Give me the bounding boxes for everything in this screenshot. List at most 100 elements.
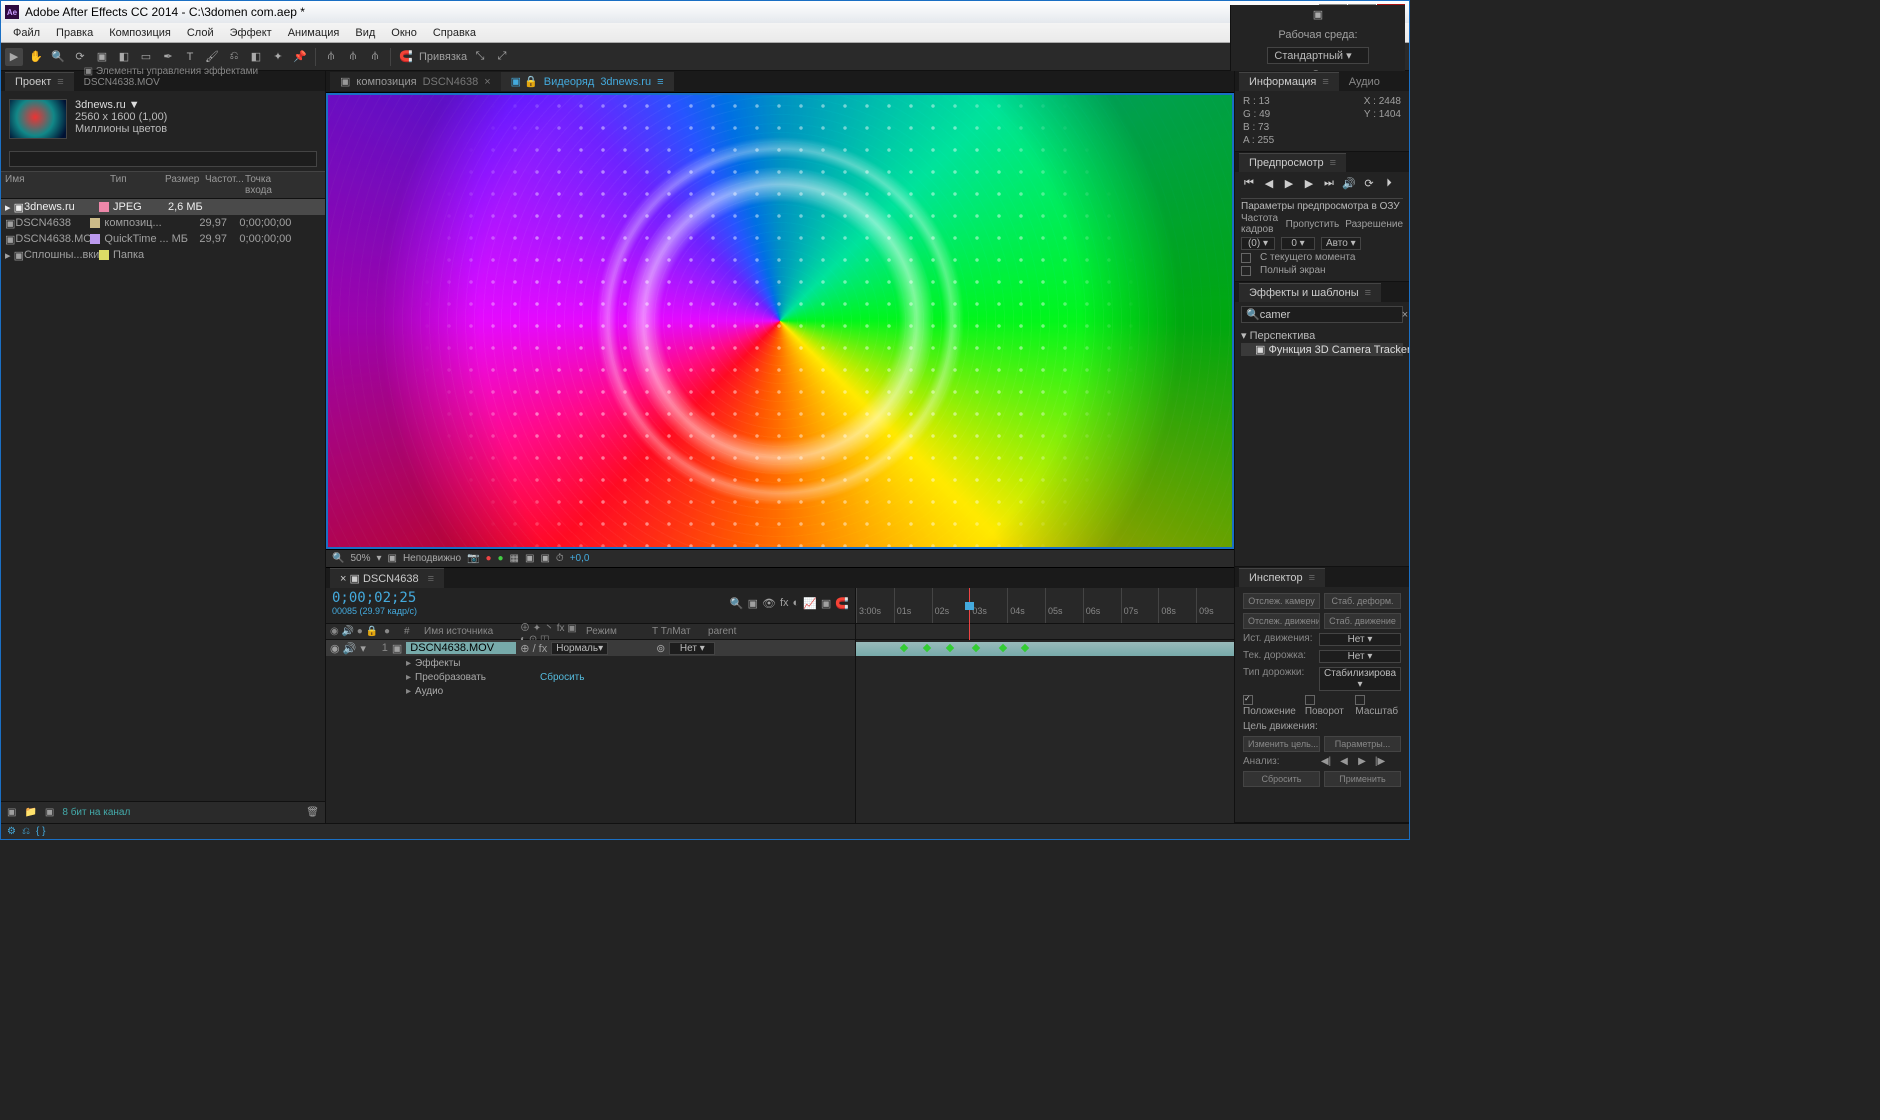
- viewer-tab-comp[interactable]: ▣ композиция DSCN4638 ×: [330, 72, 501, 91]
- tracker-reset-button[interactable]: Сбросить: [1243, 771, 1320, 787]
- menu-help[interactable]: Справка: [425, 25, 484, 41]
- from-current-checkbox[interactable]: [1241, 253, 1251, 263]
- menu-view[interactable]: Вид: [347, 25, 383, 41]
- layer-list[interactable]: ◉ 🔊 ▾ 1 ▣ DSCN4638.MOV ⊕ / fx Нормаль▾ ⊚…: [326, 640, 856, 823]
- bpc-button[interactable]: 8 бит на канал: [62, 807, 130, 818]
- project-row[interactable]: ▸ ▣Сплошны...вки Папка: [1, 247, 325, 263]
- tl-graph-icon[interactable]: 📈: [803, 597, 817, 610]
- layer-name[interactable]: DSCN4638.MOV: [406, 642, 516, 654]
- current-time[interactable]: 0;00;02;25: [332, 590, 417, 606]
- preview-tab[interactable]: Предпросмотр≡: [1239, 153, 1346, 172]
- tl-comp-icon[interactable]: ▣: [748, 597, 758, 610]
- brainstorm-icon[interactable]: { }: [36, 826, 45, 837]
- hand-tool-icon[interactable]: ✋: [27, 48, 45, 66]
- track-camera-button[interactable]: Отслеж. камеру: [1243, 593, 1320, 609]
- next-frame-icon[interactable]: ▶: [1301, 176, 1317, 190]
- selection-tool-icon[interactable]: ▶: [5, 48, 23, 66]
- track-area[interactable]: [856, 640, 1234, 823]
- blend-mode-dropdown[interactable]: Нормаль▾: [551, 642, 608, 655]
- position-checkbox[interactable]: [1243, 695, 1253, 705]
- menu-edit[interactable]: Правка: [48, 25, 101, 41]
- track-type-dropdown[interactable]: Стабилизирова ▾: [1319, 667, 1401, 691]
- channel-icon[interactable]: ●: [485, 553, 491, 564]
- analyze-next-icon[interactable]: |▶: [1373, 756, 1387, 767]
- audio-tab[interactable]: Аудио: [1339, 73, 1390, 91]
- project-row[interactable]: ▣DSCN4638 композиц... 29,97 0;00;00;00: [1, 215, 325, 231]
- edit-target-button[interactable]: Изменить цель...: [1243, 736, 1320, 752]
- scale-checkbox[interactable]: [1355, 695, 1365, 705]
- tab-menu-icon[interactable]: ≡: [657, 76, 663, 88]
- live-update-icon[interactable]: ▣: [1309, 5, 1327, 23]
- analyze-fwd-icon[interactable]: ▶: [1355, 756, 1369, 767]
- snapshot-icon[interactable]: 📷: [467, 553, 479, 564]
- fullscreen-checkbox[interactable]: [1241, 266, 1251, 276]
- tracker-tab[interactable]: Инспектор≡: [1239, 568, 1325, 587]
- tl-search-icon[interactable]: 🔍: [730, 597, 744, 610]
- clear-search-icon[interactable]: ×: [1402, 309, 1408, 321]
- first-frame-icon[interactable]: ⏮: [1241, 176, 1257, 190]
- menu-window[interactable]: Окно: [383, 25, 425, 41]
- layer-group[interactable]: ▸ПреобразоватьСбросить: [326, 670, 855, 684]
- close-icon[interactable]: ×: [484, 76, 490, 88]
- tl-mb-icon[interactable]: ◐: [793, 597, 800, 609]
- current-track-dropdown[interactable]: Нет ▾: [1319, 650, 1401, 663]
- parent-dropdown[interactable]: Нет ▾: [669, 642, 715, 655]
- play-icon[interactable]: ▶: [1281, 176, 1297, 190]
- layer-group[interactable]: ▸Аудио: [326, 684, 855, 698]
- project-item-list[interactable]: ▸ ▣3dnews.ru JPEG 2,6 МБ ▣DSCN4638 компо…: [1, 199, 325, 801]
- new-folder-icon[interactable]: 📁: [24, 807, 36, 818]
- mute-icon[interactable]: 🔊: [1341, 176, 1357, 190]
- menu-animation[interactable]: Анимация: [280, 25, 348, 41]
- tl-snap-icon[interactable]: 🧲: [835, 597, 849, 610]
- ram-preview-icon[interactable]: ⏵: [1381, 176, 1397, 190]
- axis-view-icon[interactable]: ⫛: [366, 48, 384, 66]
- track-motion-button[interactable]: Отслеж. движение: [1243, 613, 1320, 629]
- channel-icon[interactable]: ●: [498, 553, 504, 564]
- effects-search-input[interactable]: [1260, 309, 1402, 321]
- res-dropdown[interactable]: Авто ▾: [1321, 237, 1361, 250]
- menu-effect[interactable]: Эффект: [222, 25, 280, 41]
- menu-file[interactable]: Файл: [5, 25, 48, 41]
- axis-local-icon[interactable]: ⫛: [322, 48, 340, 66]
- analyze-rev-icon[interactable]: ◀: [1337, 756, 1351, 767]
- project-search-input[interactable]: [9, 151, 317, 167]
- layer-group[interactable]: ▸Эффекты: [326, 656, 855, 670]
- tracker-apply-button[interactable]: Применить: [1324, 771, 1401, 787]
- axis-world-icon[interactable]: ⫛: [344, 48, 362, 66]
- last-frame-icon[interactable]: ⏭: [1321, 176, 1337, 190]
- viewer-canvas[interactable]: [328, 95, 1232, 547]
- effect-item[interactable]: ▣ Функция 3D Camera Tracker: [1241, 343, 1403, 356]
- timeline-tab[interactable]: × ▣ DSCN4638 ≡: [330, 568, 444, 588]
- reset-link[interactable]: Сбросить: [540, 672, 584, 683]
- loop-icon[interactable]: ⟳: [1361, 176, 1377, 190]
- tl-draft3d-icon[interactable]: ▣: [821, 597, 831, 610]
- rotation-checkbox[interactable]: [1305, 695, 1315, 705]
- time-icon[interactable]: ⏱: [556, 553, 564, 564]
- viewer-tab-footage[interactable]: ▣ 🔒 Видеоряд 3dnews.ru ≡: [501, 72, 674, 91]
- tl-shy-icon[interactable]: 👁: [762, 597, 776, 610]
- interpret-footage-icon[interactable]: ▣: [7, 807, 16, 818]
- tl-fx-icon[interactable]: fx: [780, 597, 789, 609]
- effect-controls-tab[interactable]: ▣ Элементы управления эффектами DSCN4638…: [74, 63, 321, 91]
- fps-dropdown[interactable]: (0) ▾: [1241, 237, 1275, 250]
- snap-opt2-icon[interactable]: ⤢: [493, 48, 511, 66]
- stab-motion-button[interactable]: Стаб. движение: [1324, 613, 1401, 629]
- prev-frame-icon[interactable]: ◀: [1261, 176, 1277, 190]
- skip-dropdown[interactable]: 0 ▾: [1281, 237, 1315, 250]
- mode-label[interactable]: Неподвижно: [403, 553, 461, 564]
- menu-layer[interactable]: Слой: [179, 25, 222, 41]
- effects-presets-tab[interactable]: Эффекты и шаблоны≡: [1239, 283, 1381, 302]
- workspace-dropdown[interactable]: Стандартный ▾: [1267, 47, 1368, 64]
- analyze-back-icon[interactable]: ◀|: [1319, 756, 1333, 767]
- project-row[interactable]: ▸ ▣3dnews.ru JPEG 2,6 МБ: [1, 199, 325, 215]
- warp-stab-button[interactable]: Стаб. деформ.: [1324, 593, 1401, 609]
- project-tab[interactable]: Проект≡: [5, 72, 74, 91]
- guides-icon[interactable]: ▣: [525, 553, 534, 564]
- options-button[interactable]: Параметры...: [1324, 736, 1401, 752]
- menu-composition[interactable]: Композиция: [101, 25, 179, 41]
- effect-category[interactable]: ▾ Перспектива: [1241, 329, 1403, 342]
- grid-icon[interactable]: ▦: [510, 553, 519, 564]
- snap-opt1-icon[interactable]: ⤡: [471, 48, 489, 66]
- zoom-tool-icon[interactable]: 🔍: [49, 48, 67, 66]
- mask-icon[interactable]: ▣: [540, 553, 549, 564]
